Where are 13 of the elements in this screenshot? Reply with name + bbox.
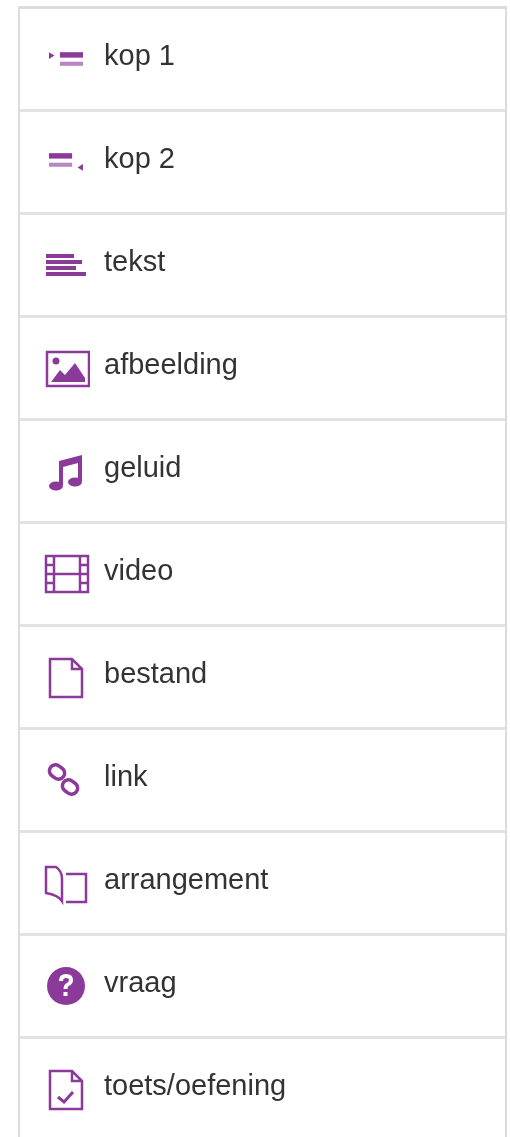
item-label: geluid	[104, 450, 182, 485]
item-label: vraag	[104, 965, 177, 1000]
item-label: arrangement	[104, 862, 269, 897]
item-label: kop 1	[104, 38, 175, 73]
item-label: link	[104, 759, 148, 794]
item-label: kop 2	[104, 141, 175, 176]
item-label: toets/oefening	[104, 1068, 287, 1103]
heading-icon	[49, 153, 83, 171]
heading-icon	[49, 52, 83, 66]
item-label: video	[104, 553, 174, 588]
item-label: afbeelding	[104, 347, 238, 382]
item-label: tekst	[104, 244, 166, 279]
item-label: bestand	[104, 656, 208, 691]
